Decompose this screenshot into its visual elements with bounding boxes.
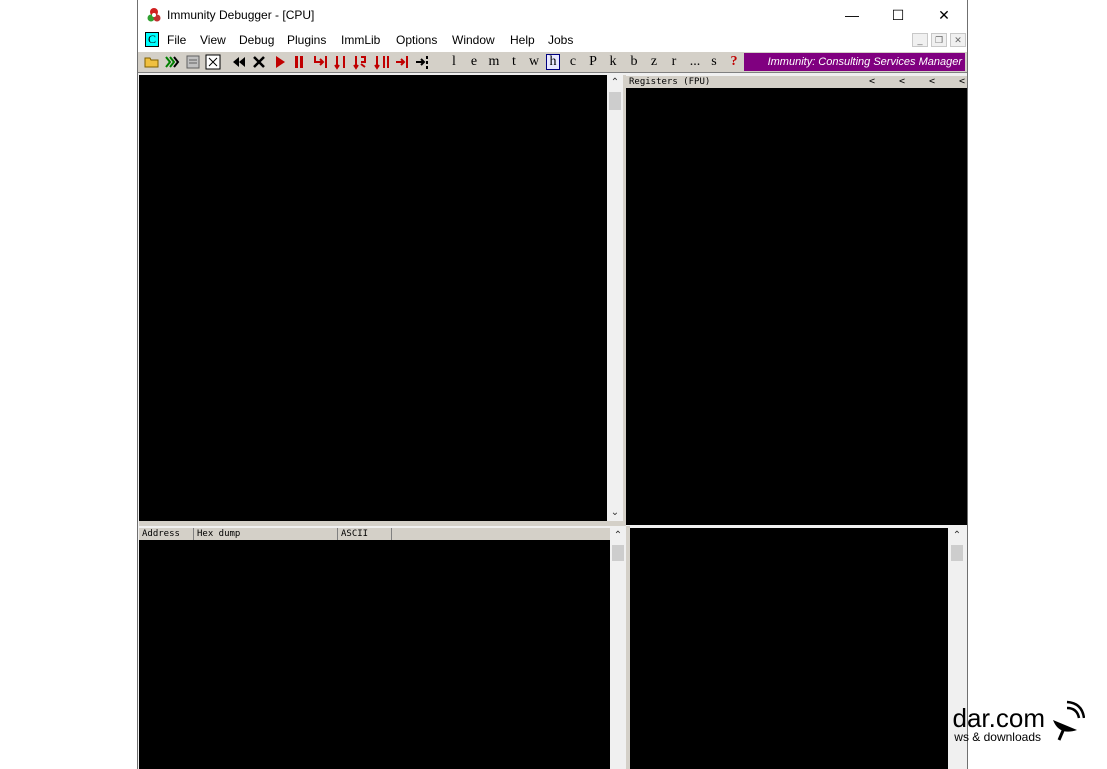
disassembly-scrollbar[interactable]: ⌃ ⌄ bbox=[607, 75, 623, 521]
restart-icon[interactable] bbox=[164, 54, 180, 70]
toolbar-call-stack-button[interactable]: k bbox=[606, 54, 620, 70]
mdi-restore-button[interactable]: ❐ bbox=[931, 33, 947, 47]
dump-scrollbar[interactable]: ⌃ bbox=[610, 528, 626, 769]
dump-column-ascii[interactable]: ASCII bbox=[338, 528, 392, 540]
execute-till-return-icon[interactable] bbox=[394, 54, 410, 70]
toolbar-references-button[interactable]: r bbox=[667, 54, 681, 70]
close-file-icon[interactable] bbox=[185, 54, 201, 70]
toolbar-run-trace-button[interactable]: ... bbox=[687, 54, 703, 70]
toolbar: l e m t w h c P k b z r ... s ? Immunity… bbox=[138, 51, 967, 73]
run-icon[interactable] bbox=[272, 54, 288, 70]
menu-debug[interactable]: Debug bbox=[239, 33, 274, 47]
toolbar-windows-button[interactable]: w bbox=[527, 54, 541, 70]
watermark-subtext: ws & downloads bbox=[954, 730, 1041, 744]
cpu-window-icon[interactable]: C bbox=[145, 32, 159, 47]
satellite-dish-icon bbox=[1053, 700, 1085, 741]
consulting-services-banner[interactable]: Immunity: Consulting Services Manager bbox=[744, 53, 965, 71]
trace-over-icon[interactable] bbox=[374, 54, 390, 70]
pause-icon[interactable] bbox=[291, 54, 307, 70]
menu-options[interactable]: Options bbox=[396, 33, 437, 47]
open-icon[interactable] bbox=[144, 54, 160, 70]
toolbar-handles-button[interactable]: h bbox=[546, 54, 560, 70]
stack-scroll-up-icon[interactable]: ⌃ bbox=[948, 528, 966, 544]
menu-bar: C File View Debug Plugins ImmLib Options… bbox=[138, 30, 967, 51]
debugger-window: Immunity Debugger - [CPU] — ☐ ✕ C File V… bbox=[137, 0, 968, 769]
close-button[interactable]: ✕ bbox=[921, 0, 967, 30]
toolbar-cpu-button[interactable]: c bbox=[566, 54, 580, 70]
disassembly-pane[interactable] bbox=[139, 75, 607, 521]
registers-arrow-2[interactable]: < bbox=[899, 76, 905, 88]
minimize-button[interactable]: — bbox=[829, 0, 875, 30]
toolbar-memory-button[interactable]: m bbox=[487, 54, 501, 70]
mdi-minimize-button[interactable]: _ bbox=[912, 33, 928, 47]
menu-help[interactable]: Help bbox=[510, 33, 535, 47]
toolbar-z-button[interactable]: z bbox=[647, 54, 661, 70]
list-icon[interactable] bbox=[205, 54, 221, 70]
toolbar-breakpoints-button[interactable]: b bbox=[627, 54, 641, 70]
toolbar-help-button[interactable]: ? bbox=[727, 54, 741, 70]
title-bar: Immunity Debugger - [CPU] — ☐ ✕ bbox=[138, 0, 967, 30]
registers-arrow-3[interactable]: < bbox=[929, 76, 935, 88]
menu-immlib[interactable]: ImmLib bbox=[341, 33, 380, 47]
registers-title: Registers (FPU) bbox=[629, 77, 711, 87]
toolbar-log-button[interactable]: l bbox=[447, 54, 461, 70]
toolbar-patches-button[interactable]: P bbox=[586, 54, 600, 70]
rewind-icon[interactable] bbox=[231, 54, 247, 70]
step-over-icon[interactable] bbox=[334, 54, 350, 70]
menu-window[interactable]: Window bbox=[452, 33, 495, 47]
menu-view[interactable]: View bbox=[200, 33, 226, 47]
dump-pane[interactable] bbox=[139, 540, 610, 769]
registers-pane[interactable] bbox=[626, 88, 967, 525]
dump-scroll-up-icon[interactable]: ⌃ bbox=[610, 528, 626, 544]
trace-into-icon[interactable] bbox=[353, 54, 369, 70]
scroll-thumb[interactable] bbox=[609, 92, 621, 110]
registers-arrow-1[interactable]: < bbox=[869, 76, 875, 88]
maximize-button[interactable]: ☐ bbox=[875, 0, 921, 30]
scroll-up-icon[interactable]: ⌃ bbox=[607, 75, 623, 91]
menu-plugins[interactable]: Plugins bbox=[287, 33, 326, 47]
goto-icon[interactable] bbox=[414, 54, 430, 70]
stack-scroll-thumb[interactable] bbox=[951, 545, 963, 561]
registers-arrow-4[interactable]: < bbox=[959, 76, 965, 88]
dump-scroll-thumb[interactable] bbox=[612, 545, 624, 561]
dump-column-address[interactable]: Address bbox=[139, 528, 194, 540]
horizontal-splitter[interactable] bbox=[139, 521, 623, 526]
menu-jobs[interactable]: Jobs bbox=[548, 33, 573, 47]
toolbar-source-button[interactable]: s bbox=[707, 54, 721, 70]
step-into-icon[interactable] bbox=[313, 54, 329, 70]
immunity-logo-icon bbox=[147, 8, 161, 22]
stop-icon[interactable] bbox=[251, 54, 267, 70]
menu-file[interactable]: File bbox=[167, 33, 186, 47]
toolbar-threads-button[interactable]: t bbox=[507, 54, 521, 70]
dump-column-hex[interactable]: Hex dump bbox=[194, 528, 338, 540]
toolbar-executable-modules-button[interactable]: e bbox=[467, 54, 481, 70]
dump-header: Address Hex dump ASCII bbox=[139, 528, 610, 540]
stack-pane[interactable] bbox=[630, 528, 948, 769]
registers-header: Registers (FPU) < < < < bbox=[626, 76, 967, 88]
scroll-down-icon[interactable]: ⌄ bbox=[607, 505, 623, 521]
window-title: Immunity Debugger - [CPU] bbox=[167, 8, 315, 22]
mdi-close-button[interactable]: ✕ bbox=[950, 33, 966, 47]
